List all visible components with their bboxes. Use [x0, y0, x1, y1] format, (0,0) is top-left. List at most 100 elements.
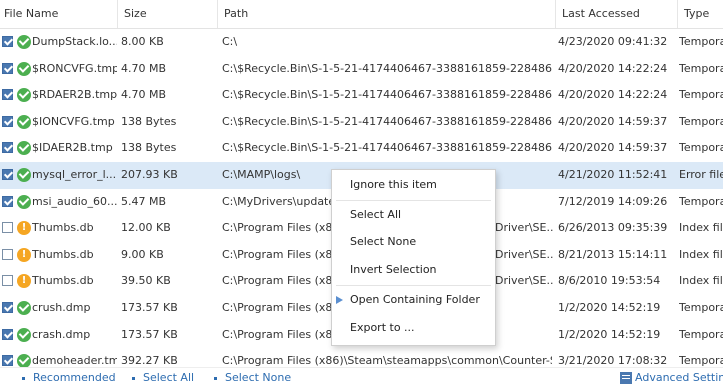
green-check-circle-icon	[17, 61, 31, 76]
last-accessed-cell: 4/23/2020 09:41:32	[558, 35, 668, 48]
row-checkbox[interactable]	[2, 115, 13, 127]
size-cell: 9.00 KB	[121, 247, 164, 261]
table-row[interactable]: $IONCVFG.tmp 138 Bytes C:\$Recycle.Bin\S-1…	[0, 109, 723, 136]
file-name-cell: DumpStack.lo...	[32, 35, 117, 48]
row-checkbox[interactable]	[2, 89, 13, 101]
path-tail-cell: Driver\SE...	[495, 247, 553, 261]
column-header-type[interactable]: Type	[677, 0, 723, 28]
row-checkbox[interactable]	[2, 275, 13, 287]
menu-item-select-all[interactable]: Select All	[332, 204, 495, 226]
green-check-circle-icon	[17, 194, 31, 209]
file-name-cell: mysql_error_l...	[32, 167, 117, 181]
column-header-size[interactable]: Size	[117, 0, 217, 28]
green-check-circle-icon	[17, 300, 31, 315]
table-row[interactable]: $RDAER2B.tmp 4.70 MB C:\$Recycle.Bin\S-1-5…	[0, 82, 723, 109]
recommended-link[interactable]: Recommended	[22, 371, 116, 384]
menu-item-ignore-this-item[interactable]: Ignore this item	[332, 174, 495, 196]
type-cell: Temporary	[679, 300, 723, 314]
row-checkbox[interactable]	[2, 222, 13, 234]
size-cell: 4.70 MB	[121, 88, 167, 102]
last-accessed-cell: 4/21/2020 11:52:41	[558, 167, 668, 181]
file-name-cell: $RDAER2B.tmp	[32, 88, 117, 102]
last-accessed-cell: 8/6/2010 19:53:54	[558, 274, 661, 288]
type-cell: Temporary	[679, 114, 723, 128]
row-checkbox[interactable]	[2, 248, 13, 260]
column-header-last-accessed[interactable]: Last Accessed	[555, 0, 677, 28]
size-cell: 5.47 MB	[121, 194, 167, 208]
file-name-cell: crush.dmp	[32, 300, 91, 314]
size-cell: 173.57 KB	[121, 300, 178, 314]
last-accessed-cell: 1/2/2020 14:52:19	[558, 327, 661, 341]
file-name-cell: $IONCVFG.tmp	[32, 114, 115, 128]
column-header-file-name[interactable]: File Name	[0, 0, 117, 28]
row-checkbox[interactable]	[2, 301, 13, 313]
file-name-cell: $IDAER2B.tmp	[32, 141, 113, 155]
select-all-link[interactable]: Select All	[132, 371, 194, 384]
path-tail-cell: Driver\SE...	[495, 274, 553, 288]
row-checkbox[interactable]	[2, 355, 13, 367]
green-check-circle-icon	[17, 114, 31, 129]
last-accessed-cell: 7/12/2019 14:09:26	[558, 194, 668, 208]
bullet-icon	[22, 376, 25, 380]
file-name-cell: Thumbs.db	[32, 221, 94, 235]
row-checkbox[interactable]	[2, 168, 13, 180]
last-accessed-cell: 4/20/2020 14:59:37	[558, 141, 668, 155]
table-row[interactable]: $IDAER2B.tmp 138 Bytes C:\$Recycle.Bin\S-1…	[0, 135, 723, 162]
type-cell: Index file	[679, 247, 723, 261]
row-checkbox[interactable]	[2, 328, 13, 340]
menu-item-label: Open Containing Folder	[350, 293, 480, 306]
green-check-circle-icon	[17, 167, 31, 182]
type-cell: Temporary	[679, 35, 723, 48]
size-cell: 39.50 KB	[121, 274, 171, 288]
bullet-icon	[214, 376, 217, 380]
type-cell: Temporary	[679, 194, 723, 208]
table-row[interactable]: DumpStack.lo... 8.00 KB C:\ 4/23/2020 09:41…	[0, 29, 723, 56]
menu-separator	[336, 200, 491, 201]
file-name-cell: Thumbs.db	[32, 247, 94, 261]
menu-item-open-containing-folder[interactable]: Open Containing Folder	[332, 289, 495, 311]
last-accessed-cell: 1/2/2020 14:52:19	[558, 300, 661, 314]
settings-list-icon	[620, 372, 632, 384]
type-cell: Temporary	[679, 327, 723, 341]
type-cell: Temporary	[679, 88, 723, 102]
type-cell: Index file	[679, 221, 723, 235]
last-accessed-cell: 4/20/2020 14:22:24	[558, 88, 668, 102]
type-cell: Temporary	[679, 61, 723, 75]
size-cell: 4.70 MB	[121, 61, 167, 75]
row-checkbox[interactable]	[2, 142, 13, 154]
select-none-link[interactable]: Select None	[214, 371, 291, 384]
size-cell: 138 Bytes	[121, 114, 177, 128]
file-name-cell: msi_audio_60...	[32, 194, 117, 208]
size-cell: 138 Bytes	[121, 141, 177, 155]
menu-item-invert-selection[interactable]: Invert Selection	[332, 259, 495, 281]
last-accessed-cell: 4/20/2020 14:22:24	[558, 61, 668, 75]
menu-separator	[336, 285, 491, 286]
size-cell: 12.00 KB	[121, 221, 171, 235]
orange-warning-circle-icon	[17, 221, 31, 236]
file-name-cell: Thumbs.db	[32, 274, 94, 288]
menu-item-export-to[interactable]: Export to ...	[332, 317, 495, 339]
path-cell: C:\$Recycle.Bin\S-1-5-21-4174406467-3388…	[222, 88, 552, 102]
row-checkbox[interactable]	[2, 62, 13, 74]
column-header-path[interactable]: Path	[217, 0, 555, 28]
type-cell: Error files	[679, 167, 723, 181]
select-all-label: Select All	[143, 371, 195, 384]
row-checkbox[interactable]	[2, 195, 13, 207]
path-cell: C:\$Recycle.Bin\S-1-5-21-4174406467-3388…	[222, 114, 552, 128]
row-checkbox[interactable]	[2, 36, 13, 47]
last-accessed-cell: 4/20/2020 14:59:37	[558, 114, 668, 128]
green-check-circle-icon	[17, 327, 31, 342]
menu-item-select-none[interactable]: Select None	[332, 231, 495, 253]
size-cell: 173.57 KB	[121, 327, 178, 341]
advanced-settings-link[interactable]: Advanced Settings	[635, 371, 723, 384]
path-cell: C:\$Recycle.Bin\S-1-5-21-4174406467-3388…	[222, 61, 552, 75]
last-accessed-cell: 6/26/2013 09:35:39	[558, 221, 668, 235]
recommended-label: Recommended	[33, 371, 116, 384]
context-menu: Ignore this item Select All Select None …	[331, 169, 496, 346]
path-cell: C:\	[222, 35, 238, 48]
green-check-circle-icon	[17, 88, 31, 103]
table-row[interactable]: $RONCVFG.tmp 4.70 MB C:\$Recycle.Bin\S-1-5…	[0, 56, 723, 83]
path-cell: C:\$Recycle.Bin\S-1-5-21-4174406467-3388…	[222, 141, 552, 155]
file-name-cell: crash.dmp	[32, 327, 91, 341]
size-cell: 207.93 KB	[121, 167, 178, 181]
